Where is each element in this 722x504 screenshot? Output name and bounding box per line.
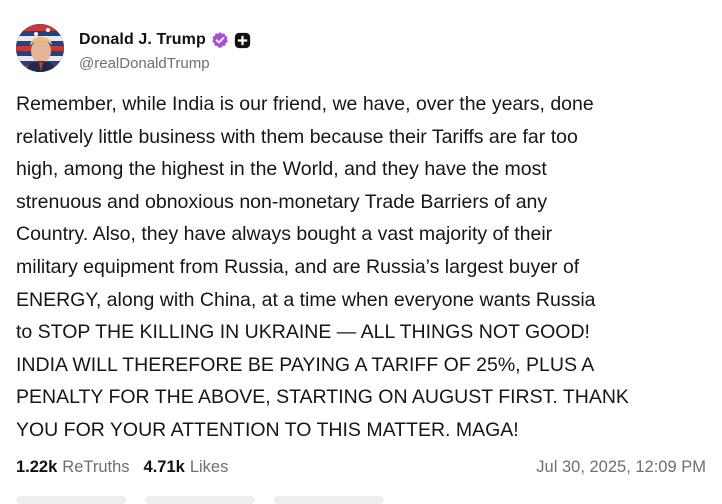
likes-count: 4.71k — [143, 457, 185, 476]
verified-badge-icon — [211, 31, 229, 49]
post-body: Remember, while India is our friend, we … — [16, 88, 706, 447]
post-text-line: military equipment from Russia, and are … — [16, 255, 580, 278]
post-text-line: strenuous and obnoxious non-monetary Tra… — [16, 190, 548, 213]
post-text-line: high, among the highest in the World, an… — [16, 158, 547, 181]
post-card: Donald J. Trump @realDonaldTrump Remembe… — [0, 0, 722, 504]
post-text-line: ENERGY, along with China, at a time when… — [16, 288, 596, 311]
post-text-line: relatively little business with them bec… — [16, 125, 578, 148]
post-text-line: Country. Also, they have always bought a… — [16, 223, 553, 246]
action-button-edge — [145, 496, 255, 504]
action-button-edge — [274, 496, 384, 504]
post-text-line: INDIA WILL THEREFORE BE PAYING A TARIFF … — [16, 353, 595, 376]
avatar[interactable] — [16, 24, 64, 72]
author-display-name[interactable]: Donald J. Trump — [79, 31, 206, 49]
post-stats-row: 1.22k ReTruths 4.71k Likes Jul 30, 2025,… — [16, 456, 706, 478]
likes-label: Likes — [189, 457, 229, 476]
retruths-label: ReTruths — [62, 457, 130, 476]
post-text-line: to STOP THE KILLING IN UKRAINE — ALL THI… — [16, 321, 590, 344]
author-name-row: Donald J. Trump — [79, 29, 251, 51]
author-handle[interactable]: @realDonaldTrump — [79, 55, 210, 72]
post-timestamp[interactable]: Jul 30, 2025, 12:09 PM — [536, 458, 706, 477]
action-bar-edge — [0, 494, 722, 504]
action-button-edge — [16, 496, 126, 504]
plus-badge-icon — [234, 32, 251, 49]
post-text-line: PENALTY FOR THE ABOVE, STARTING ON AUGUS… — [16, 386, 629, 409]
retruths-stat[interactable]: 1.22k ReTruths — [16, 458, 130, 477]
retruths-count: 1.22k — [16, 457, 58, 476]
post-text-line: Remember, while India is our friend, we … — [16, 93, 594, 115]
post-text-line: YOU FOR YOUR ATTENTION TO THIS MATTER. M… — [16, 418, 519, 441]
likes-stat[interactable]: 4.71k Likes — [144, 458, 229, 477]
